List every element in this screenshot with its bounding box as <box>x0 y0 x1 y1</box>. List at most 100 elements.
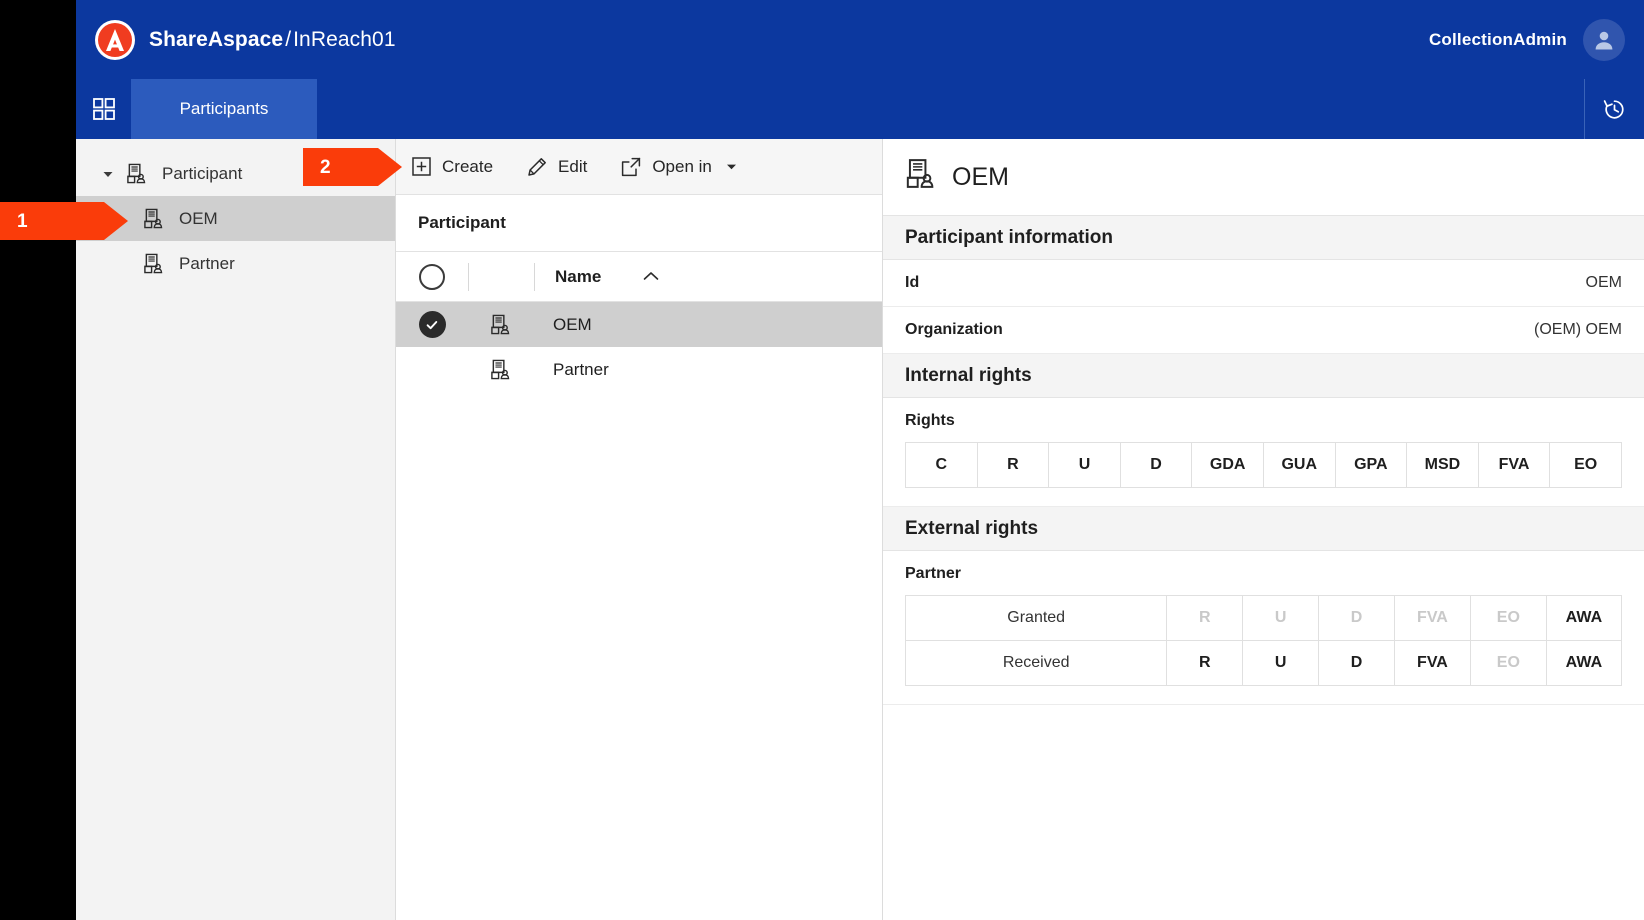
external-rights-block: Partner Granted R U D FVA <box>883 551 1644 705</box>
right-cell-d: D <box>1120 443 1192 488</box>
right-cell-u: U <box>1049 443 1121 488</box>
field-organization-key: Organization <box>905 321 1003 339</box>
granted-cell-fva: FVA <box>1395 596 1471 641</box>
right-cell-gpa: GPA <box>1335 443 1407 488</box>
user-avatar-icon[interactable] <box>1583 19 1625 61</box>
current-user-label: CollectionAdmin <box>1429 30 1567 50</box>
section-participant-information: Participant information <box>883 216 1644 260</box>
create-button-label: Create <box>442 157 493 177</box>
annotation-arrow-2-label: 2 <box>303 158 331 177</box>
checkbox-circle-checked-icon[interactable] <box>396 311 468 338</box>
open-in-button-label: Open in <box>652 157 712 177</box>
field-organization-value: (OEM) OEM <box>1534 321 1622 339</box>
external-rights-subtitle: Partner <box>905 565 1622 583</box>
field-id: Id OEM <box>883 260 1644 307</box>
sidebar-item-partner[interactable]: Partner <box>76 241 395 286</box>
right-cell-msd: MSD <box>1407 443 1479 488</box>
page-title: ShareAspace/InReach01 <box>149 28 396 52</box>
sidebar-item-partner-label: Partner <box>179 254 235 274</box>
section-internal-rights: Internal rights <box>883 354 1644 398</box>
tab-participants[interactable]: Participants <box>131 79 317 139</box>
participant-icon <box>468 314 533 335</box>
checkbox-circle-empty-icon[interactable] <box>396 264 468 290</box>
history-clock-icon[interactable] <box>1584 79 1644 139</box>
received-cell-u: U <box>1243 641 1319 686</box>
table-row[interactable]: OEM <box>396 302 882 347</box>
granted-row-label: Granted <box>906 596 1167 641</box>
right-cell-eo: EO <box>1550 443 1622 488</box>
external-rights-row-granted: Granted R U D FVA EO AWA <box>906 596 1622 641</box>
participant-icon <box>143 208 165 229</box>
sidebar-tree: Participant OEM <box>76 139 396 920</box>
participant-icon <box>143 253 165 274</box>
chevron-up-icon[interactable] <box>643 267 659 287</box>
detail-title-label: OEM <box>952 163 1009 192</box>
field-id-key: Id <box>905 274 919 292</box>
brand-name: ShareAspace <box>149 28 283 51</box>
table-row-name: OEM <box>533 315 882 335</box>
external-link-icon <box>621 157 641 177</box>
action-toolbar: Create Edit <box>396 139 882 195</box>
received-cell-fva: FVA <box>1395 641 1471 686</box>
participant-icon <box>468 359 533 380</box>
collection-name: InReach01 <box>293 28 395 51</box>
app-header: ShareAspace/InReach01 CollectionAdmin <box>76 0 1644 79</box>
received-row-label: Received <box>906 641 1167 686</box>
table-row-name: Partner <box>533 360 882 380</box>
detail-title: OEM <box>883 139 1644 216</box>
granted-cell-r: R <box>1167 596 1243 641</box>
edit-button-label: Edit <box>558 157 587 177</box>
arrow-tip-icon <box>104 202 128 240</box>
plus-box-icon <box>412 157 431 176</box>
sidebar-item-oem-label: OEM <box>179 209 218 229</box>
caret-down-icon[interactable] <box>726 157 737 177</box>
brand-separator: / <box>283 28 293 51</box>
tab-bar-spacer <box>317 79 1584 139</box>
section-external-rights: External rights <box>883 507 1644 551</box>
granted-cell-awa: AWA <box>1546 596 1621 641</box>
right-cell-fva: FVA <box>1478 443 1550 488</box>
internal-rights-block: Rights C R U D GDA GUA GPA MSD <box>883 398 1644 507</box>
table-row[interactable]: Partner <box>396 347 882 392</box>
received-cell-awa: AWA <box>1546 641 1621 686</box>
pencil-icon <box>527 157 547 177</box>
annotation-arrow-1-label: 1 <box>0 212 28 231</box>
arrow-tip-icon <box>378 148 402 186</box>
internal-rights-row: C R U D GDA GUA GPA MSD FVA EO <box>906 443 1622 488</box>
granted-cell-eo: EO <box>1470 596 1546 641</box>
annotation-arrow-1: 1 <box>0 202 104 240</box>
edit-button[interactable]: Edit <box>527 157 587 177</box>
granted-cell-d: D <box>1319 596 1395 641</box>
list-title: Participant <box>396 195 882 252</box>
list-panel: Create Edit <box>396 139 883 920</box>
right-cell-gua: GUA <box>1263 443 1335 488</box>
brand-area[interactable]: ShareAspace/InReach01 <box>76 20 396 60</box>
column-divider <box>468 263 469 291</box>
external-rights-row-received: Received R U D FVA EO AWA <box>906 641 1622 686</box>
header-right: CollectionAdmin <box>1429 19 1644 61</box>
annotation-arrow-2: 2 <box>303 148 378 186</box>
app-grid-icon[interactable] <box>76 79 131 139</box>
column-header-name-label: Name <box>555 267 601 287</box>
right-cell-gda: GDA <box>1192 443 1264 488</box>
right-cell-c: C <box>906 443 978 488</box>
participant-icon <box>905 158 936 196</box>
column-header-name[interactable]: Name <box>535 267 882 287</box>
granted-cell-u: U <box>1243 596 1319 641</box>
open-in-button[interactable]: Open in <box>621 157 737 177</box>
received-cell-r: R <box>1167 641 1243 686</box>
tab-bar: Participants <box>76 79 1644 139</box>
internal-rights-table: C R U D GDA GUA GPA MSD FVA EO <box>905 442 1622 488</box>
tab-participants-label: Participants <box>180 99 269 119</box>
application-window: ShareAspace/InReach01 CollectionAdmin <box>76 0 1644 920</box>
field-organization: Organization (OEM) OEM <box>883 307 1644 354</box>
create-button[interactable]: Create <box>412 157 493 177</box>
chevron-down-icon[interactable] <box>102 168 116 180</box>
internal-rights-subtitle: Rights <box>905 412 1622 430</box>
detail-panel: OEM Participant information Id OEM Organ… <box>883 139 1644 920</box>
screenshot-root: ShareAspace/InReach01 CollectionAdmin <box>0 0 1644 920</box>
right-cell-r: R <box>977 443 1049 488</box>
received-cell-eo: EO <box>1470 641 1546 686</box>
participant-icon <box>126 163 148 184</box>
received-cell-d: D <box>1319 641 1395 686</box>
